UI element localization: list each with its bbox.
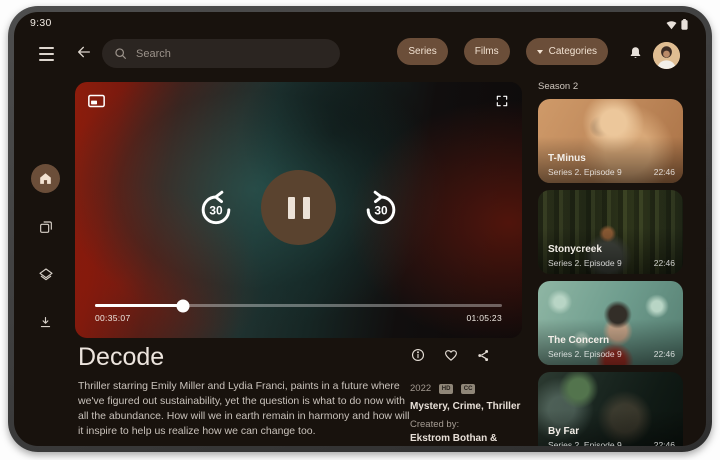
- battery-icon: [681, 19, 688, 30]
- progress-bar[interactable]: [95, 304, 502, 307]
- pause-button[interactable]: [261, 170, 336, 245]
- description: Thriller starring Emily Miller and Lydia…: [78, 379, 414, 439]
- chip-films[interactable]: Films: [464, 38, 510, 65]
- episode-title: The Concern: [548, 335, 675, 346]
- episode-subtitle: Series 2. Episode 9: [548, 440, 622, 446]
- status-icons: [666, 19, 688, 30]
- picture-in-picture-icon[interactable]: [88, 94, 105, 108]
- episode-card[interactable]: T-Minus Series 2. Episode 9 22:46: [538, 99, 683, 183]
- filter-chips: Series Films Categories: [397, 38, 608, 65]
- progress-fill: [95, 304, 183, 307]
- creator-name: Ekstrom Bothan &: [410, 433, 497, 444]
- menu-icon[interactable]: [38, 45, 54, 57]
- fullscreen-icon[interactable]: [495, 94, 509, 108]
- chip-series[interactable]: Series: [397, 38, 447, 65]
- episode-title: Stonycreek: [548, 244, 675, 255]
- rewind-30-icon[interactable]: 30: [194, 186, 238, 230]
- search-bar[interactable]: [102, 39, 340, 68]
- episode-card[interactable]: The Concern Series 2. Episode 9 22:46: [538, 281, 683, 365]
- total-time: 01:05:23: [467, 313, 503, 323]
- player-controls: 30 30: [75, 170, 522, 245]
- avatar[interactable]: [653, 42, 680, 69]
- progress-thumb[interactable]: [176, 299, 189, 312]
- status-time: 9:30: [30, 17, 52, 29]
- sidebar-item-home[interactable]: [31, 164, 60, 193]
- year-row: 2022 HD CC: [410, 383, 475, 394]
- episode-title: By Far: [548, 426, 675, 437]
- download-icon: [38, 315, 53, 330]
- time-row: 00:35:07 01:05:23: [95, 313, 502, 323]
- episode-duration: 22:46: [654, 167, 675, 177]
- rating-badge: CC: [461, 384, 475, 394]
- search-icon: [114, 47, 127, 60]
- svg-text:30: 30: [209, 203, 223, 217]
- svg-text:30: 30: [374, 203, 388, 217]
- back-icon[interactable]: [75, 43, 93, 61]
- wifi-icon: [666, 20, 677, 30]
- chip-categories[interactable]: Categories: [526, 38, 608, 65]
- video-player[interactable]: 30 30 00:35:07: [75, 82, 522, 338]
- genres: Mystery, Crime, Thriller: [410, 401, 520, 412]
- created-by-label: Created by:: [410, 419, 459, 430]
- episode-duration: 22:46: [654, 258, 675, 268]
- forward-30-icon[interactable]: 30: [359, 186, 403, 230]
- favorite-icon[interactable]: [443, 347, 459, 363]
- notifications-icon[interactable]: [626, 44, 644, 62]
- sidebar: [30, 164, 61, 337]
- share-icon[interactable]: [476, 347, 491, 363]
- episode-info: By Far Series 2. Episode 9 22:46: [548, 426, 675, 446]
- chevron-down-icon: [537, 50, 543, 54]
- tablet-frame: 9:30 Series Films Categories: [8, 6, 712, 452]
- screen: 9:30 Series Films Categories: [14, 12, 706, 446]
- pause-icon: [288, 197, 310, 219]
- release-year: 2022: [410, 383, 431, 394]
- search-input[interactable]: [136, 48, 328, 60]
- episode-info: T-Minus Series 2. Episode 9 22:46: [548, 153, 675, 177]
- episode-info: The Concern Series 2. Episode 9 22:46: [548, 335, 675, 359]
- episode-duration: 22:46: [654, 349, 675, 359]
- rating-badge: HD: [439, 384, 453, 394]
- season-label: Season 2: [538, 81, 683, 92]
- sidebar-item-layers[interactable]: [31, 260, 60, 289]
- action-row: [410, 347, 491, 363]
- sidebar-item-library[interactable]: [31, 212, 60, 241]
- episode-duration: 22:46: [654, 440, 675, 446]
- season-panel: Season 2 T-Minus Series 2. Episode 9 22:…: [538, 81, 683, 446]
- episode-card[interactable]: By Far Series 2. Episode 9 22:46: [538, 372, 683, 446]
- episode-subtitle: Series 2. Episode 9: [548, 258, 622, 268]
- episode-subtitle: Series 2. Episode 9: [548, 167, 622, 177]
- current-time: 00:35:07: [95, 313, 131, 323]
- info-icon[interactable]: [410, 347, 426, 363]
- home-icon: [38, 171, 53, 186]
- layers-icon: [38, 267, 54, 283]
- library-icon: [38, 219, 54, 235]
- episode-title: T-Minus: [548, 153, 675, 164]
- episode-card[interactable]: Stonycreek Series 2. Episode 9 22:46: [538, 190, 683, 274]
- page-title: Decode: [78, 343, 164, 372]
- episode-subtitle: Series 2. Episode 9: [548, 349, 622, 359]
- episode-info: Stonycreek Series 2. Episode 9 22:46: [548, 244, 675, 268]
- sidebar-item-downloads[interactable]: [31, 308, 60, 337]
